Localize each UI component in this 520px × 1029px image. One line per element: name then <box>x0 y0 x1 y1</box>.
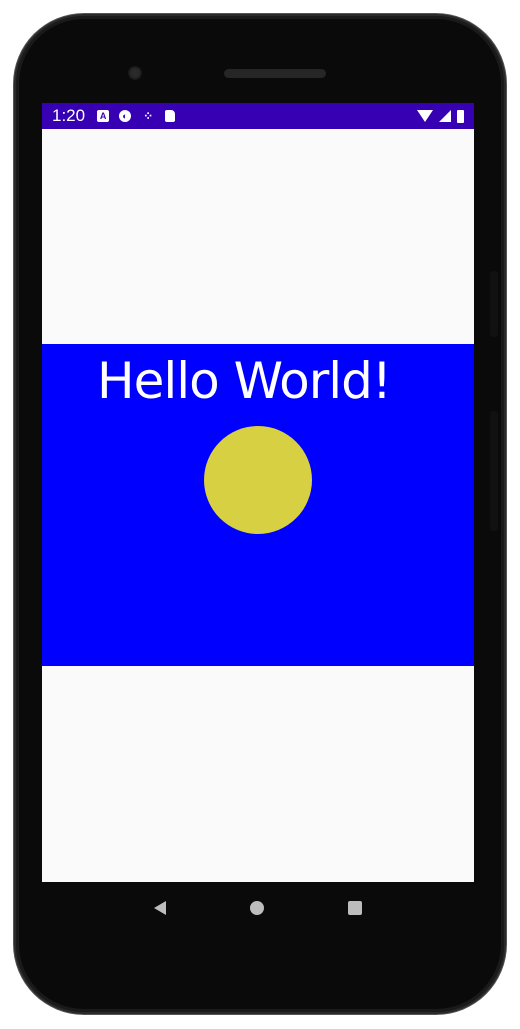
front-camera <box>128 66 142 80</box>
signal-icon <box>439 110 451 122</box>
battery-icon <box>457 109 464 123</box>
status-time: 1:20 <box>52 106 86 125</box>
wifi-icon <box>417 110 433 122</box>
sd-card-icon <box>165 110 176 122</box>
recents-icon[interactable] <box>348 901 362 915</box>
navigation-bar <box>42 882 474 934</box>
custom-view-panel: Hello World! <box>42 344 474 666</box>
hello-world-text: Hello World! <box>97 352 392 410</box>
power-button[interactable] <box>490 271 498 337</box>
status-indicators <box>417 109 464 123</box>
volume-button[interactable] <box>490 411 498 531</box>
yellow-circle <box>204 426 312 534</box>
back-icon[interactable] <box>154 901 166 915</box>
a11y-icon: A <box>97 110 110 122</box>
vpn-key-icon: ◐ <box>119 110 132 122</box>
screen: 1:20 A ◐ ⁘ Hello World! <box>42 103 474 882</box>
earpiece-speaker <box>224 69 326 78</box>
network-icon: ⁘ <box>143 109 154 123</box>
home-icon[interactable] <box>250 901 264 915</box>
status-bar: 1:20 A ◐ ⁘ <box>42 103 474 129</box>
